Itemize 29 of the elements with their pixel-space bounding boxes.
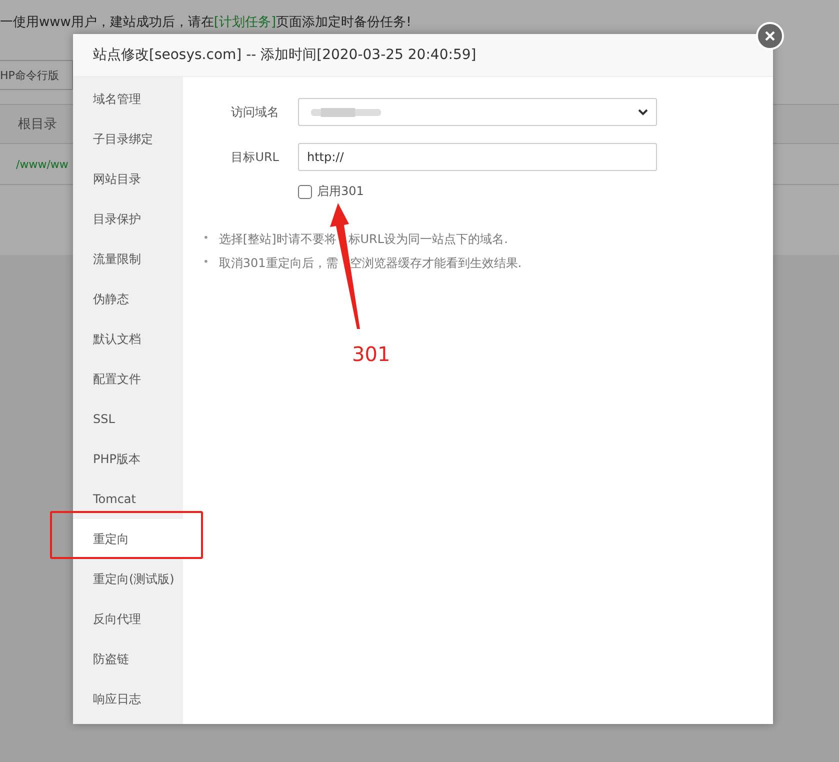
dialog-title: 站点修改[seosys.com] -- 添加时间[2020-03-25 20:40:59] bbox=[73, 34, 773, 77]
field-label: 访问域名 bbox=[230, 104, 280, 120]
tip-text: 取消301重定向后，需 空浏览器缓存才能看到生效结果. bbox=[218, 255, 522, 271]
sidebar-item[interactable]: Tomcat bbox=[73, 479, 183, 519]
sidebar-item[interactable]: 重定向 bbox=[73, 519, 183, 559]
tip-text: 选择[整站]时请不要将 标URL设为同一站点下的域名. bbox=[218, 231, 508, 247]
sidebar-item[interactable]: SSL bbox=[73, 399, 183, 439]
sidebar-item[interactable]: 网站目录 bbox=[73, 159, 183, 199]
table-cell: /www/ww bbox=[16, 158, 68, 170]
sidebar-item[interactable]: 重定向(测试版) bbox=[73, 559, 183, 599]
enable-301-checkbox[interactable]: 启用301 bbox=[298, 183, 773, 200]
chevron-down-icon bbox=[638, 108, 648, 116]
sidebar-item[interactable]: 流量限制 bbox=[73, 239, 183, 279]
sidebar-item[interactable]: 伪静态 bbox=[73, 279, 183, 319]
bullet-mark: • bbox=[203, 256, 209, 270]
sidebar-item[interactable]: 响应日志 bbox=[73, 679, 183, 719]
sidebar-item[interactable]: 目录保护 bbox=[73, 199, 183, 239]
sidebar-item[interactable]: 防盗链 bbox=[73, 639, 183, 679]
sidebar-item[interactable]: 反向代理 bbox=[73, 599, 183, 639]
sidebar-item[interactable]: 配置文件 bbox=[73, 359, 183, 399]
checkbox[interactable] bbox=[298, 184, 312, 198]
field-label: 目标URL bbox=[230, 148, 280, 166]
bullet-mark: • bbox=[203, 232, 209, 246]
target-url-field[interactable]: http:// bbox=[298, 143, 657, 171]
annotation-text: 301 bbox=[352, 342, 390, 366]
sidebar-item[interactable]: 默认文档 bbox=[73, 319, 183, 359]
notice-text: 一使用www用户，建站成功后，请在[计划任务]页面添加定时备份任务! bbox=[0, 12, 412, 33]
sidebar-item[interactable]: PHP版本 bbox=[73, 439, 183, 479]
close-icon bbox=[764, 30, 776, 42]
